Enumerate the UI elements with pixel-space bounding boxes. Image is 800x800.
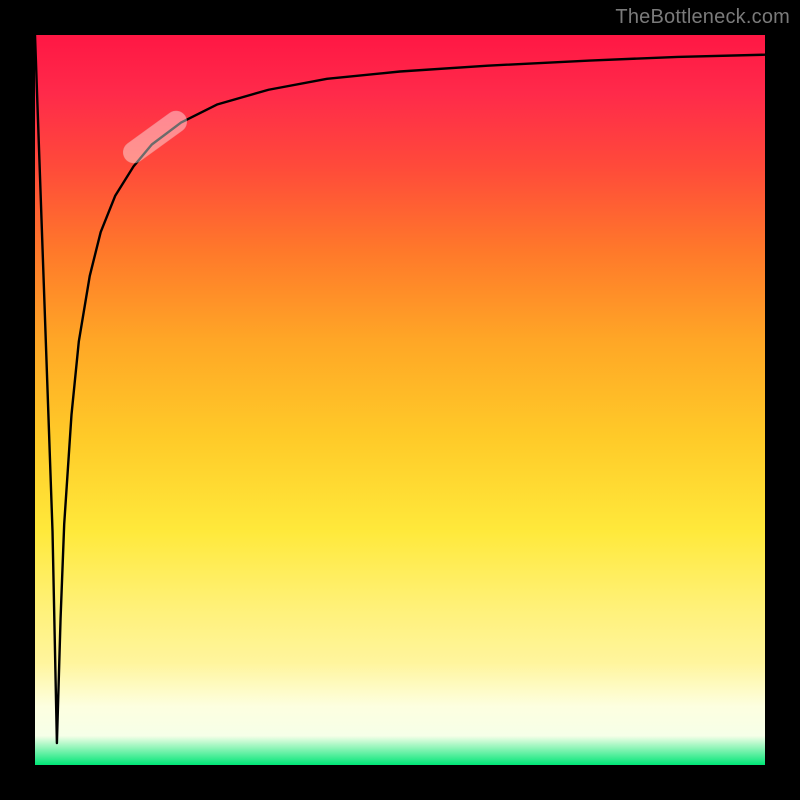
chart-frame: TheBottleneck.com <box>0 0 800 800</box>
watermark-text: TheBottleneck.com <box>615 6 790 29</box>
